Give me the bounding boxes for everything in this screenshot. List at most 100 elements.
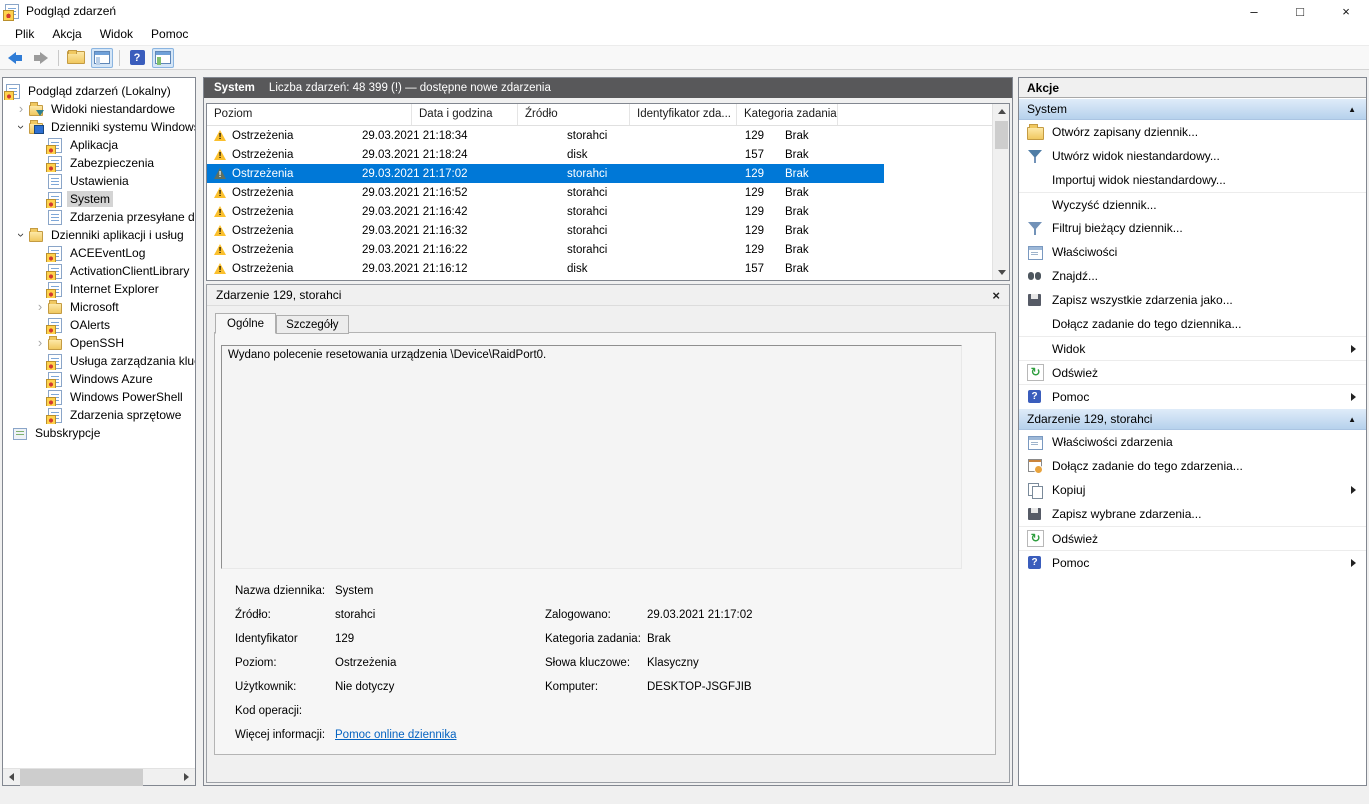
tree-item[interactable]: Dzienniki aplikacji i usług: [3, 226, 195, 244]
expander-icon[interactable]: [13, 101, 29, 117]
table-row[interactable]: Ostrzeżenia 29.03.2021 21:16:22 storahci…: [207, 240, 884, 259]
field-label: Zalogowano:: [545, 603, 647, 627]
action-item[interactable]: Pomoc: [1019, 550, 1366, 574]
column-header[interactable]: Identyfikator zda...: [630, 104, 737, 125]
menu-item[interactable]: Akcja: [43, 24, 90, 44]
tab[interactable]: Ogólne: [215, 313, 276, 334]
event-id-cell: 129: [665, 225, 777, 237]
tree-item-label: Usługa zarządzania kluczami: [67, 353, 195, 369]
tree-item[interactable]: Windows PowerShell: [3, 388, 195, 406]
tree-item[interactable]: Podgląd zdarzeń (Lokalny): [3, 82, 195, 100]
tree-item[interactable]: Microsoft: [3, 298, 195, 316]
source-cell: storahci: [559, 225, 665, 237]
action-item[interactable]: Otwórz zapisany dziennik...: [1019, 120, 1366, 144]
action-item[interactable]: Kopiuj: [1019, 478, 1366, 502]
toolbar-separator[interactable]: [58, 50, 59, 66]
scroll-left-icon[interactable]: [3, 769, 20, 786]
action-item[interactable]: Utwórz widok niestandardowy...: [1019, 144, 1366, 168]
tree-item[interactable]: Windows Azure: [3, 370, 195, 388]
menu-item[interactable]: Plik: [6, 24, 43, 44]
action-section-header[interactable]: System ▲: [1019, 98, 1366, 120]
column-header[interactable]: Data i godzina: [412, 104, 518, 125]
minimize-button[interactable]: –: [1231, 0, 1277, 22]
table-row[interactable]: Ostrzeżenia 29.03.2021 21:18:34 storahci…: [207, 126, 884, 145]
action-item[interactable]: Zapisz wszystkie zdarzenia jako...: [1019, 288, 1366, 312]
table-row[interactable]: Ostrzeżenia 29.03.2021 21:18:24 disk 157…: [207, 145, 884, 164]
folder-icon: [48, 339, 62, 350]
collapse-icon[interactable]: ▲: [1348, 415, 1356, 424]
show-console-tree-icon[interactable]: [91, 48, 113, 68]
tree-item[interactable]: Aplikacja: [3, 136, 195, 154]
tab[interactable]: Szczegóły: [276, 315, 348, 334]
expander-icon[interactable]: [13, 227, 29, 243]
table-row[interactable]: Ostrzeżenia 29.03.2021 21:16:42 storahci…: [207, 202, 884, 221]
action-item[interactable]: Pomoc: [1019, 384, 1366, 408]
scroll-right-icon[interactable]: [178, 769, 195, 786]
action-item[interactable]: Wyczyść dziennik...: [1019, 192, 1366, 216]
tree-item[interactable]: OpenSSH: [3, 334, 195, 352]
action-item[interactable]: Odśwież: [1019, 360, 1366, 384]
menu-item[interactable]: Pomoc: [142, 24, 197, 44]
field-value: [647, 723, 995, 747]
maximize-button[interactable]: □: [1277, 0, 1323, 22]
action-item[interactable]: Filtruj bieżący dziennik...: [1019, 216, 1366, 240]
column-header[interactable]: Poziom: [207, 104, 412, 125]
help-icon[interactable]: [126, 48, 148, 68]
action-item[interactable]: Importuj widok niestandardowy...: [1019, 168, 1366, 192]
action-item[interactable]: Dołącz zadanie do tego zdarzenia...: [1019, 454, 1366, 478]
scrollbar-thumb[interactable]: [995, 121, 1008, 149]
windows-logs-folder-icon: [29, 123, 43, 134]
details-title-bar: Zdarzenie 129, storahci ×: [207, 285, 1009, 306]
warning-icon: [214, 225, 226, 236]
action-item-icon: [1027, 316, 1043, 332]
back-icon[interactable]: [4, 48, 26, 68]
action-item[interactable]: Znajdź...: [1019, 264, 1366, 288]
tree-item[interactable]: ActivationClientLibrary: [3, 262, 195, 280]
table-row[interactable]: Ostrzeżenia 29.03.2021 21:16:32 storahci…: [207, 221, 884, 240]
forward-icon[interactable]: [30, 48, 52, 68]
close-icon[interactable]: ×: [992, 288, 1000, 303]
scroll-up-icon[interactable]: [993, 104, 1010, 119]
column-header[interactable]: Źródło: [518, 104, 630, 125]
column-header[interactable]: Kategoria zadania: [737, 104, 838, 125]
show-action-pane-icon[interactable]: [152, 48, 174, 68]
level-cell: Ostrzeżenia: [232, 244, 293, 256]
field-label: [545, 723, 647, 747]
tree-item[interactable]: Internet Explorer: [3, 280, 195, 298]
tree-item[interactable]: Zabezpieczenia: [3, 154, 195, 172]
table-row[interactable]: Ostrzeżenia 29.03.2021 21:16:12 disk 157…: [207, 259, 884, 278]
menu-item[interactable]: Widok: [91, 24, 142, 44]
tree-item[interactable]: System: [3, 190, 195, 208]
tree-item[interactable]: Widoki niestandardowe: [3, 100, 195, 118]
expander-icon[interactable]: [13, 119, 29, 135]
close-button[interactable]: ×: [1323, 0, 1369, 22]
action-item[interactable]: Właściwości: [1019, 240, 1366, 264]
table-row[interactable]: Ostrzeżenia 29.03.2021 21:17:02 storahci…: [207, 164, 884, 183]
collapse-icon[interactable]: ▲: [1348, 105, 1356, 114]
log-icon: [48, 282, 62, 297]
table-row[interactable]: Ostrzeżenia 29.03.2021 21:16:52 storahci…: [207, 183, 884, 202]
event-list-scrollbar[interactable]: [992, 104, 1009, 280]
expander-icon[interactable]: [32, 299, 48, 315]
tree-item[interactable]: Zdarzenia przesyłane dalej: [3, 208, 195, 226]
tree-item[interactable]: Usługa zarządzania kluczami: [3, 352, 195, 370]
submenu-arrow-icon: [1351, 393, 1356, 401]
tree-item[interactable]: Subskrypcje: [3, 424, 195, 442]
tree-item[interactable]: Dzienniki systemu Windows: [3, 118, 195, 136]
export-log-icon[interactable]: [65, 48, 87, 68]
tree-horizontal-scrollbar[interactable]: [3, 768, 195, 785]
tree-item[interactable]: Zdarzenia sprzętowe: [3, 406, 195, 424]
toolbar-separator[interactable]: [119, 50, 120, 66]
action-section-header[interactable]: Zdarzenie 129, storahci ▲: [1019, 408, 1366, 430]
action-item[interactable]: Odśwież: [1019, 526, 1366, 550]
expander-icon[interactable]: [32, 335, 48, 351]
tree-item[interactable]: Ustawienia: [3, 172, 195, 190]
tree-item[interactable]: OAlerts: [3, 316, 195, 334]
action-item[interactable]: Właściwości zdarzenia: [1019, 430, 1366, 454]
action-item[interactable]: Widok: [1019, 336, 1366, 360]
scrollbar-thumb[interactable]: [20, 769, 143, 786]
tree-item[interactable]: ACEEventLog: [3, 244, 195, 262]
scroll-down-icon[interactable]: [993, 265, 1010, 280]
action-item[interactable]: Dołącz zadanie do tego dziennika...: [1019, 312, 1366, 336]
action-item[interactable]: Zapisz wybrane zdarzenia...: [1019, 502, 1366, 526]
